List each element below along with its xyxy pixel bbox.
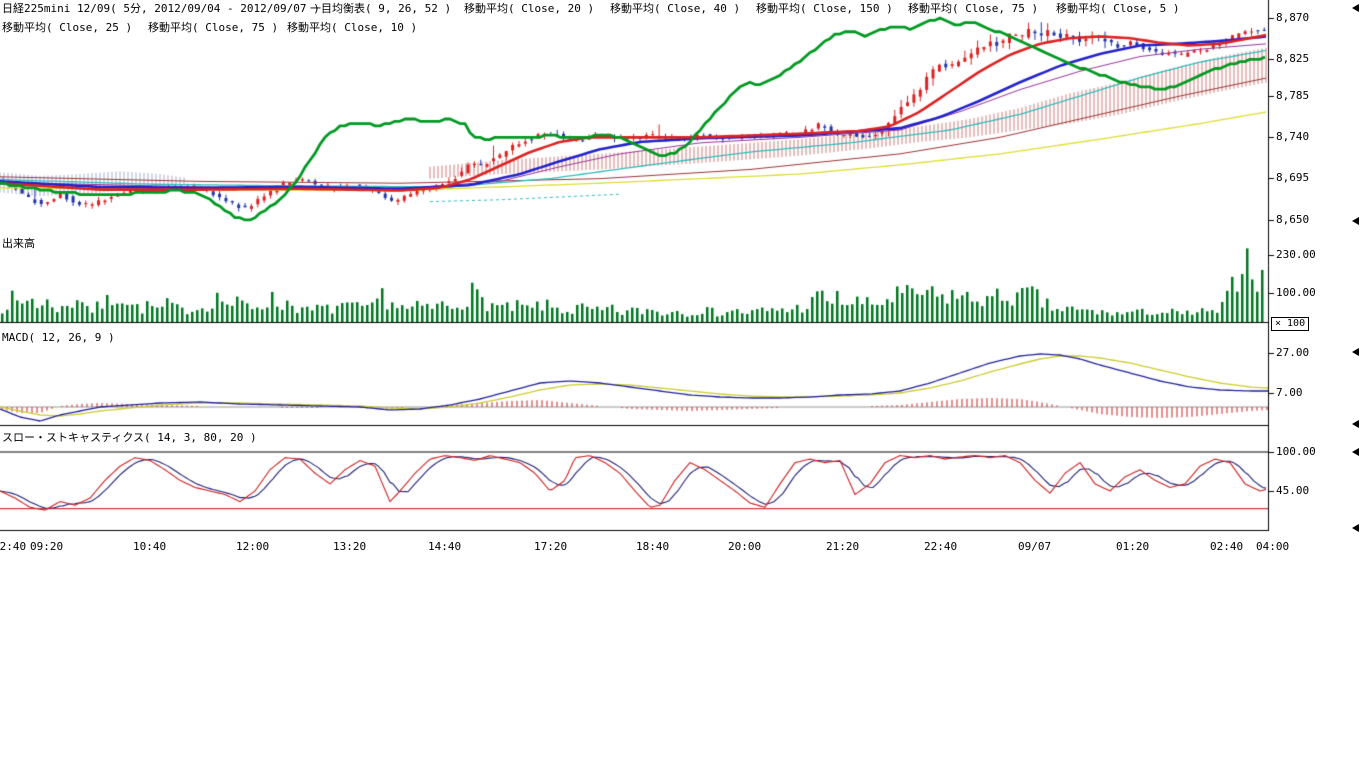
axis-scroll-arrow[interactable]: [1352, 217, 1359, 225]
time-tick-label: 14:40: [428, 540, 461, 553]
axis-scroll-arrow[interactable]: [1352, 4, 1359, 12]
chart-canvas[interactable]: [0, 0, 1366, 535]
price-tick-label: 8,650: [1276, 213, 1309, 226]
time-tick-label: 10:40: [133, 540, 166, 553]
axis-scroll-arrow[interactable]: [1352, 348, 1359, 356]
price-tick-label: 8,825: [1276, 52, 1309, 65]
volume-tick-label: 230.00: [1276, 248, 1316, 261]
macd-panel-label: MACD( 12, 26, 9 ): [2, 331, 115, 344]
time-tick-label: 09:20: [30, 540, 63, 553]
chart-application-window: 日経225mini 12/09( 5分, 2012/09/04 - 2012/0…: [0, 0, 1366, 768]
macd-tick-label: 27.00: [1276, 346, 1309, 359]
volume-multiplier-badge: × 100: [1271, 317, 1309, 331]
indicator-label: 移動平均( Close, 5 ): [1056, 2, 1179, 15]
volume-tick-label: 100.00: [1276, 286, 1316, 299]
price-tick-label: 8,695: [1276, 171, 1309, 184]
indicator-label: 日経225mini 12/09( 5分, 2012/09/04 - 2012/0…: [2, 2, 320, 15]
price-tick-label: 8,785: [1276, 89, 1309, 102]
time-tick-label: 12:00: [236, 540, 269, 553]
time-tick-label: 17:20: [534, 540, 567, 553]
stoch-tick-label: 45.00: [1276, 484, 1309, 497]
time-tick-label: 18:40: [636, 540, 669, 553]
time-tick-label: 13:20: [333, 540, 366, 553]
indicator-label: 移動平均( Close, 75 ): [148, 21, 278, 34]
price-tick-label: 8,870: [1276, 11, 1309, 24]
axis-scroll-arrow[interactable]: [1352, 420, 1359, 428]
indicator-label: 一目均衡表( 9, 26, 52 ): [310, 2, 451, 15]
time-tick-label: 04:00: [1256, 540, 1289, 553]
stoch-tick-label: 100.00: [1276, 445, 1316, 458]
axis-scroll-arrow[interactable]: [1352, 524, 1359, 532]
time-tick-label: 09/07: [1018, 540, 1051, 553]
volume-panel-label: 出来高: [2, 237, 35, 250]
indicator-label: 移動平均( Close, 150 ): [756, 2, 893, 15]
indicator-label: 移動平均( Close, 25 ): [2, 21, 132, 34]
indicator-label: 移動平均( Close, 20 ): [464, 2, 594, 15]
indicator-label: 移動平均( Close, 75 ): [908, 2, 1038, 15]
indicator-label: 移動平均( Close, 40 ): [610, 2, 740, 15]
axis-scroll-arrow[interactable]: [1352, 448, 1359, 456]
macd-tick-label: 7.00: [1276, 386, 1303, 399]
time-tick-label: 01:20: [1116, 540, 1149, 553]
price-tick-label: 8,740: [1276, 130, 1309, 143]
time-tick-label: 20:00: [728, 540, 761, 553]
time-tick-label: 02:40: [1210, 540, 1243, 553]
time-tick-label: 22:40: [0, 540, 26, 553]
indicator-label: 移動平均( Close, 10 ): [287, 21, 417, 34]
stoch-panel-label: スロー・ストキャスティクス( 14, 3, 80, 20 ): [2, 431, 257, 444]
time-tick-label: 22:40: [924, 540, 957, 553]
time-tick-label: 21:20: [826, 540, 859, 553]
